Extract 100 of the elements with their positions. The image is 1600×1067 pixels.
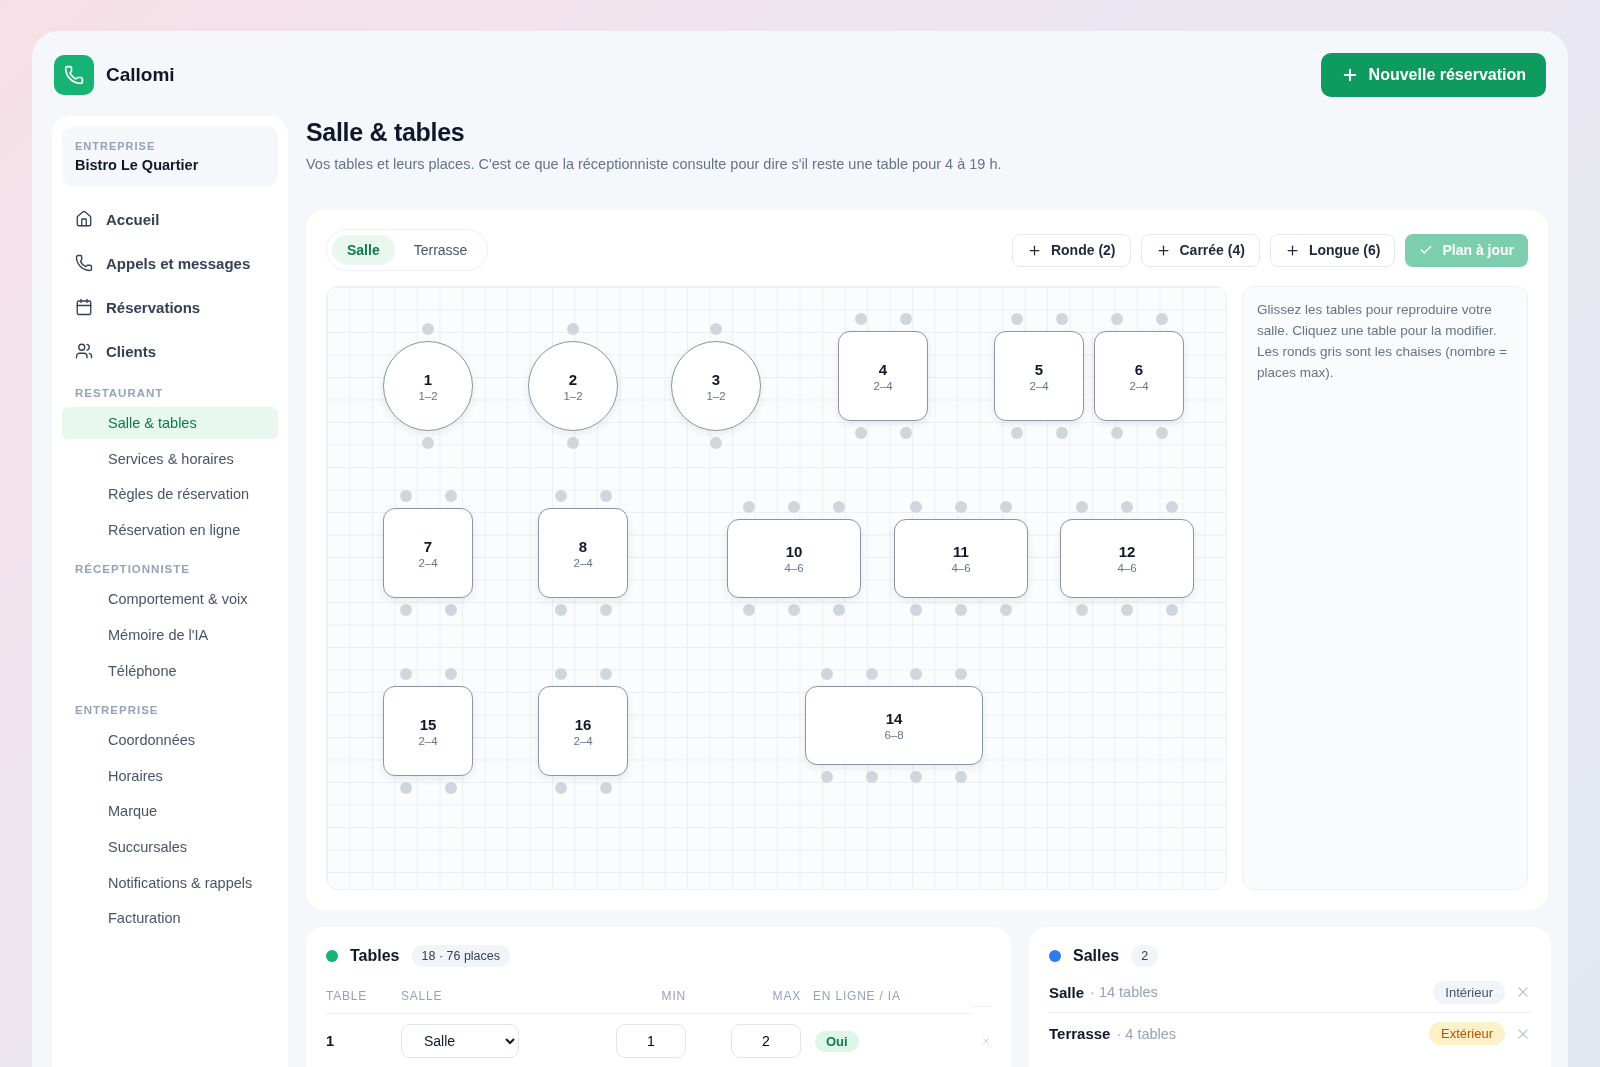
min-input[interactable]: 1 [616, 1024, 686, 1058]
max-input[interactable]: 2 [731, 1024, 801, 1058]
chair-icon [399, 668, 412, 680]
chair-icon [444, 668, 457, 680]
floor-table[interactable]: 14 6–8 [805, 686, 983, 765]
help-text: Glissez les tables pour reproduire votre salle. Cliquez une table pour la modifier. Les ronds gris sont les chaises (nombre = places max). [1257, 301, 1509, 382]
nav-item[interactable]: Marque [62, 795, 278, 828]
chair-icon [910, 771, 923, 783]
column-header: TABLE [326, 967, 401, 1014]
chair-icon [1010, 427, 1023, 439]
floor-table[interactable]: 6 2–4 [1094, 331, 1184, 421]
chair-icon [399, 490, 412, 502]
nav-item[interactable]: Mémoire de l'IA [62, 618, 278, 651]
chair-icon [954, 771, 967, 783]
phone-logo-icon [54, 55, 94, 95]
section-title: RESTAURANT [74, 386, 165, 401]
chair-icon [710, 323, 722, 335]
panel-title: Salles [1073, 947, 1120, 965]
table-seats: 1–2 [706, 389, 726, 402]
nav-item[interactable]: Réservation en ligne [62, 513, 278, 546]
chair-icon [444, 604, 457, 616]
floor-table[interactable]: 3 1–2 [671, 341, 761, 431]
chair-icon [1155, 313, 1168, 325]
chair-icon [1055, 427, 1068, 439]
chair-icon [554, 490, 567, 502]
chair-icon [599, 490, 612, 502]
nav-item[interactable]: Horaires [62, 759, 278, 792]
section-title: ENTREPRISE [74, 703, 160, 719]
floor-table[interactable]: 2 1–2 [528, 341, 618, 431]
table-seats: 2–4 [573, 734, 593, 747]
chair-icon [1165, 604, 1178, 616]
table-number: 1 [423, 370, 433, 388]
nav-item[interactable]: Comportement & voix [62, 583, 278, 616]
chair-icon [710, 437, 722, 449]
table-seats: 2–4 [418, 734, 438, 747]
table-number: 15 [419, 715, 437, 733]
floor-table[interactable]: 11 4–6 [894, 519, 1028, 598]
chair-icon [1121, 604, 1133, 616]
nav-item[interactable]: Téléphone [62, 654, 278, 687]
chair-icon [599, 782, 612, 794]
status-dot-icon [1049, 950, 1061, 962]
chair-icon [1076, 501, 1089, 513]
column-header: SALLE [401, 967, 596, 1014]
add-table-button[interactable]: Carrée (4) [1140, 233, 1260, 267]
add-table-button[interactable]: Ronde (2) [1011, 233, 1131, 267]
floor-table[interactable]: 12 4–6 [1060, 519, 1194, 598]
new-reservation-button[interactable]: Nouvelle réservation [1320, 53, 1546, 97]
plus-icon [1284, 242, 1300, 258]
nav-item[interactable]: Notifications & rappels [62, 866, 278, 899]
table-seats: 4–6 [784, 562, 804, 574]
nav-item[interactable]: Appels et messages [62, 241, 278, 285]
table-number: 12 [1118, 543, 1136, 560]
nav-item[interactable]: Coordonnées [62, 724, 278, 757]
status-dot-icon [326, 950, 338, 962]
room-tab[interactable]: Terrasse [398, 235, 483, 265]
plus-icon [1155, 242, 1171, 258]
floor-table[interactable]: 4 2–4 [838, 331, 928, 421]
chair-icon [832, 501, 845, 513]
floor-table[interactable]: 8 2–4 [538, 508, 628, 598]
chair-icon [999, 501, 1012, 513]
floor-table[interactable]: 1 1–2 [383, 341, 473, 431]
users-icon [75, 342, 93, 360]
chair-icon [554, 604, 567, 616]
room-name: Salle [1049, 983, 1085, 1001]
room-tag: Extérieur [1428, 1022, 1505, 1045]
table-seats: 4–6 [1117, 562, 1137, 574]
nav-item[interactable]: Règles de réservation [62, 478, 278, 511]
chair-icon [899, 427, 912, 439]
chair-icon [399, 604, 412, 616]
nav-item[interactable]: Réservations [62, 285, 278, 329]
floor-table[interactable]: 7 2–4 [383, 508, 473, 598]
column-header: MAX [686, 967, 801, 1014]
chair-icon [567, 437, 579, 449]
room-name: Terrasse [1049, 1025, 1111, 1042]
nav-item[interactable]: Succursales [62, 830, 278, 863]
chair-icon [910, 668, 923, 680]
nav-item[interactable]: Services & horaires [62, 442, 278, 475]
table-number: 5 [1034, 360, 1044, 378]
chair-icon [599, 668, 612, 680]
phone-icon [75, 254, 93, 272]
table-seats: 2–4 [1129, 379, 1149, 392]
table-number: 4 [878, 360, 888, 378]
add-table-button[interactable]: Longue (6) [1269, 233, 1396, 267]
nav-item[interactable]: Salle & tables [62, 407, 278, 439]
nav-item[interactable]: Facturation [62, 902, 278, 935]
room-tab[interactable]: Salle [332, 235, 395, 265]
nav-item[interactable]: Accueil [62, 197, 278, 241]
nav-item[interactable]: Clients [62, 329, 278, 373]
chair-icon [1165, 501, 1178, 513]
floor-table[interactable]: 5 2–4 [994, 331, 1084, 421]
chair-icon [743, 604, 756, 616]
table-number: 8 [578, 537, 588, 555]
chair-icon [444, 490, 457, 502]
table-seats: 2–4 [1029, 379, 1049, 392]
brand-name: Callomi [106, 64, 175, 86]
chair-icon [854, 313, 867, 325]
floor-table[interactable]: 15 2–4 [383, 686, 473, 776]
room-select[interactable]: Salle [401, 1024, 519, 1058]
floor-table[interactable]: 10 4–6 [727, 519, 861, 598]
floor-table[interactable]: 16 2–4 [538, 686, 628, 776]
